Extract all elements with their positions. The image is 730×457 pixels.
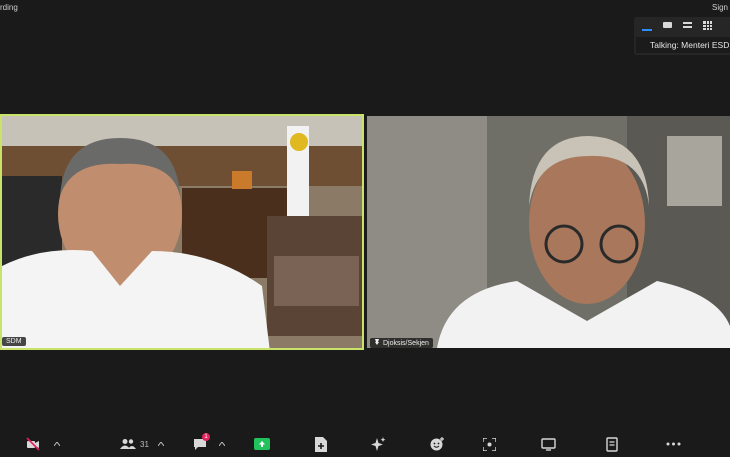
view-panel: Talking: Menteri ESD: [634, 17, 730, 55]
mute-button[interactable]: [26, 436, 40, 452]
participant-video-2: [367, 116, 730, 348]
chat-button[interactable]: 1: [193, 433, 210, 452]
notes-icon: [606, 436, 618, 452]
strip-view-icon[interactable]: [683, 22, 692, 28]
recording-indicator: rding: [0, 3, 18, 12]
smiley-plus-icon: [430, 437, 444, 451]
reactions-button[interactable]: [430, 436, 444, 452]
participant-video-tile-1[interactable]: SDM: [0, 114, 364, 350]
ai-companion-button[interactable]: [371, 436, 386, 452]
participant-video-tile-2[interactable]: Djoksis/Sekjen: [367, 116, 730, 348]
chat-caret[interactable]: [219, 436, 225, 452]
participants-caret[interactable]: [158, 436, 164, 452]
view-switcher: [642, 21, 712, 31]
sign-link[interactable]: Sign: [712, 3, 728, 12]
notes-button[interactable]: [606, 436, 618, 452]
scan-frame-icon: [483, 437, 496, 451]
meeting-toolbar: 31 1: [0, 430, 730, 457]
share-screen-icon: [254, 438, 270, 450]
more-dots-icon: [666, 442, 681, 446]
pin-icon: [375, 339, 379, 345]
video-off-icon: [26, 437, 40, 451]
participants-icon: [120, 439, 136, 449]
chevron-up-icon: [219, 442, 225, 446]
chat-badge: 1: [202, 433, 210, 441]
chevron-up-icon: [158, 442, 164, 446]
talking-indicator: Talking: Menteri ESD: [636, 37, 730, 53]
participant-name-tag: Djoksis/Sekjen: [370, 338, 433, 348]
chevron-up-icon: [54, 442, 60, 446]
gallery-view-icon[interactable]: [703, 21, 712, 30]
record-button[interactable]: [314, 436, 327, 452]
participants-button[interactable]: 31: [120, 436, 149, 452]
share-screen-button[interactable]: [254, 436, 270, 452]
speaker-view-icon[interactable]: [642, 26, 652, 31]
document-plus-icon: [315, 436, 327, 452]
participant-name: Djoksis/Sekjen: [383, 340, 429, 347]
video-options-caret[interactable]: [54, 436, 60, 452]
participant-name-tag: SDM: [2, 337, 26, 346]
sparkle-icon: [371, 436, 386, 451]
participants-count: 31: [140, 439, 149, 449]
single-view-icon[interactable]: [663, 22, 672, 28]
participant-video-1: [2, 116, 362, 348]
more-button[interactable]: [666, 436, 681, 452]
monitor-icon: [541, 437, 556, 451]
whiteboard-button[interactable]: [541, 436, 556, 452]
focus-button[interactable]: [483, 436, 496, 452]
